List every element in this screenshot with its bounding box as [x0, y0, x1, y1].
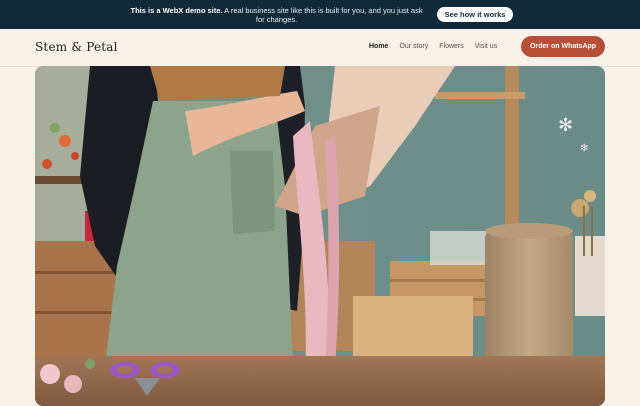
see-how-it-works-button[interactable]: See how it works — [436, 7, 514, 22]
nav-link-home[interactable]: Home — [369, 43, 388, 50]
banner-bold-text: This is a WebX demo site. — [130, 5, 223, 15]
nav-link-visit-us[interactable]: Visit us — [475, 43, 497, 50]
svg-text:✻: ✻ — [558, 115, 573, 136]
site-logo[interactable]: Stem & Petal — [35, 40, 118, 54]
svg-text:✻: ✻ — [580, 143, 588, 154]
nav-links: Home Our story Flowers Visit us — [369, 43, 497, 50]
hero-photo-florist: ✻ ✻ — [35, 66, 605, 406]
order-on-whatsapp-button[interactable]: Order on WhatsApp — [521, 36, 605, 57]
banner-body-text: A real business site like this is built … — [222, 5, 423, 24]
hero-image: ✻ ✻ — [35, 66, 605, 406]
nav-link-our-story[interactable]: Our story — [399, 43, 428, 50]
demo-banner: This is a WebX demo site. A real busines… — [0, 0, 640, 29]
nav-link-flowers[interactable]: Flowers — [439, 43, 464, 50]
banner-message: This is a WebX demo site. A real busines… — [127, 6, 427, 24]
